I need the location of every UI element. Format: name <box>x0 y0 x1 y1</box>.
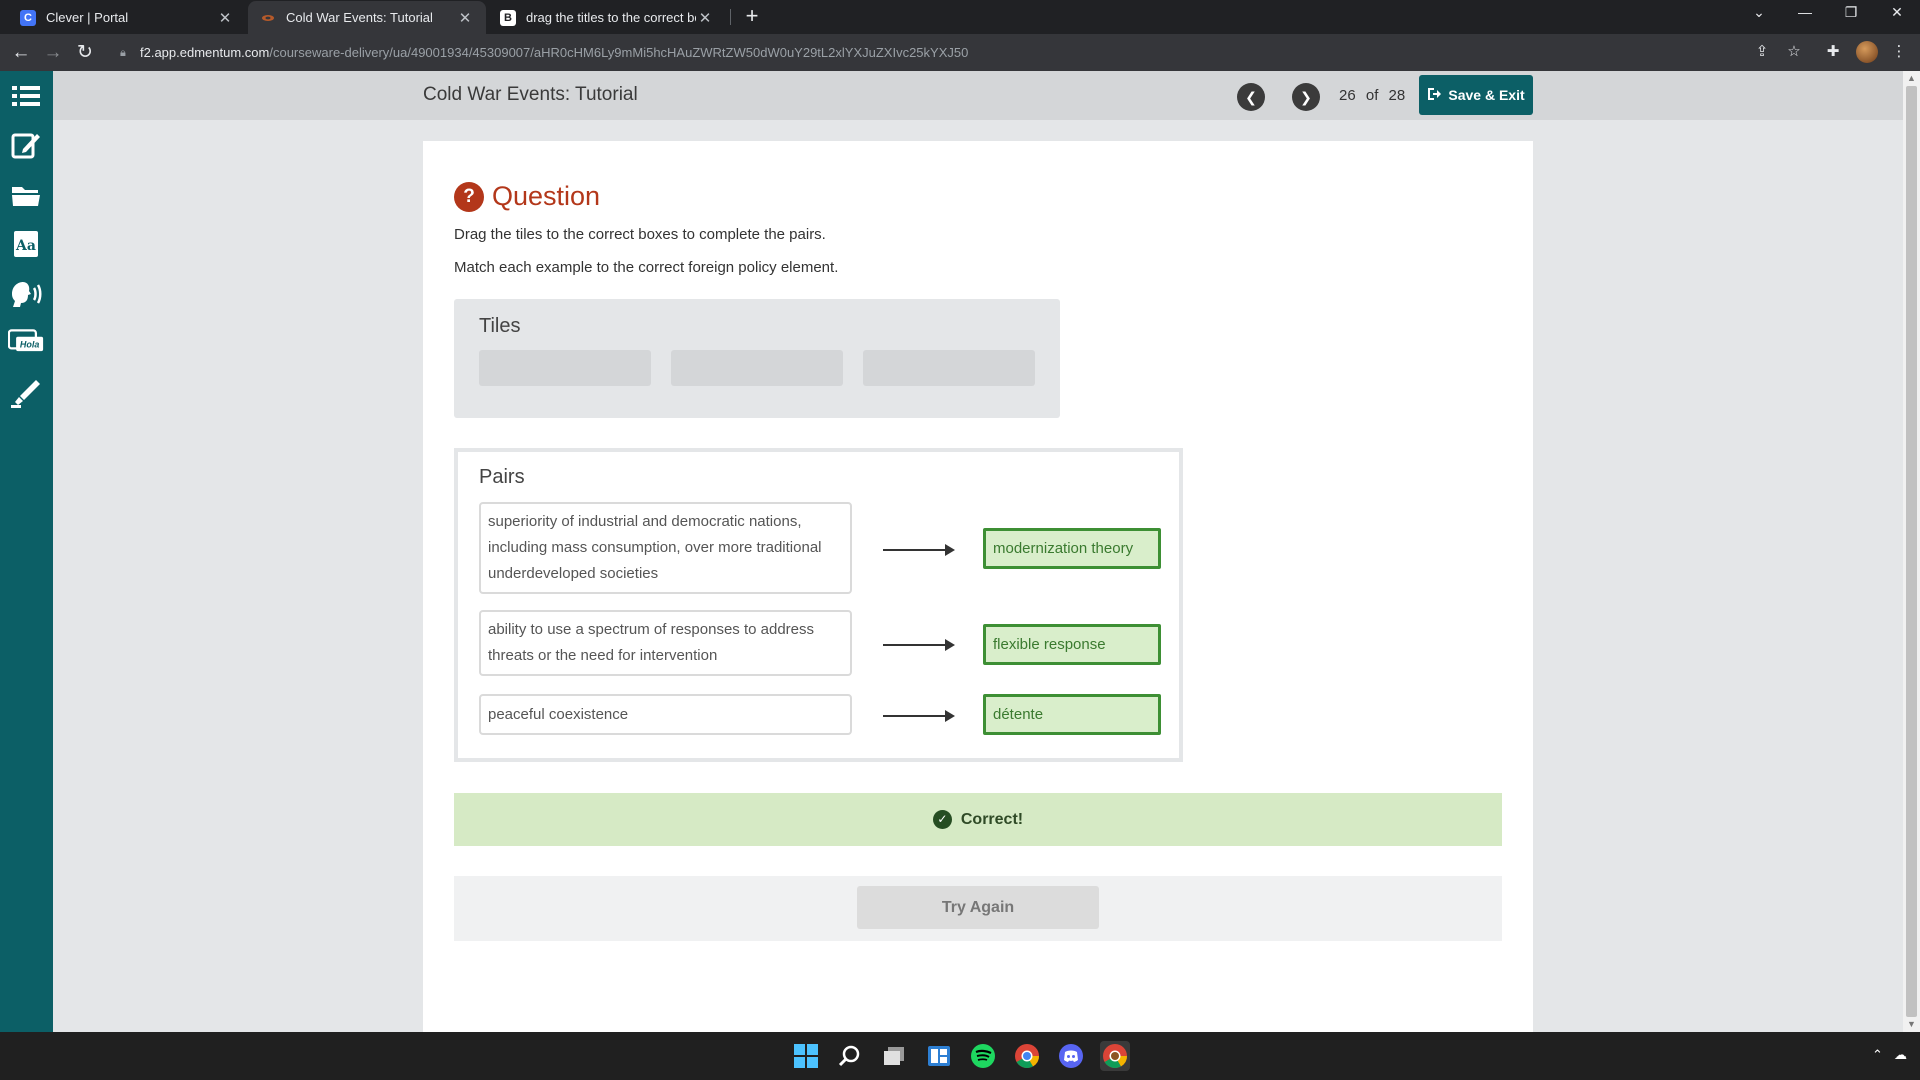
bookmark-star-icon[interactable]: ☆ <box>1783 41 1805 63</box>
tray-chevron-icon[interactable]: ⌃ <box>1872 1047 1883 1063</box>
left-toolbar: Aa Hola <box>0 71 53 1032</box>
edmentum-favicon-icon <box>260 9 276 26</box>
scroll-up-icon[interactable]: ▲ <box>1903 71 1920 86</box>
close-window-icon[interactable]: ✕ <box>1882 4 1912 21</box>
spotify-icon[interactable] <box>968 1041 998 1071</box>
try-again-button[interactable]: Try Again <box>857 886 1099 929</box>
arrow-right-icon <box>883 638 955 652</box>
answer-drop-box[interactable]: détente <box>983 694 1161 735</box>
total-pages: 28 <box>1388 87 1406 104</box>
url-path: /courseware-delivery/ua/49001934/4530900… <box>269 45 969 60</box>
extensions-icon[interactable]: ✚ <box>1822 41 1844 63</box>
course-title: Cold War Events: Tutorial <box>423 84 638 105</box>
translate-hola-icon[interactable]: Hola <box>8 325 44 361</box>
arrow-right-icon <box>883 709 955 723</box>
arrow-right-icon <box>883 543 955 557</box>
forward-icon[interactable]: → <box>40 40 66 66</box>
browser-tab-bar: C Clever | Portal ✕ Cold War Events: Tut… <box>0 0 1920 34</box>
save-exit-label: Save & Exit <box>1448 87 1525 103</box>
tab-divider <box>730 9 731 25</box>
feedback-banner: ✓ Correct! <box>454 793 1502 846</box>
chrome-icon[interactable] <box>1012 1041 1042 1071</box>
lesson-header-bar <box>53 71 1903 120</box>
clever-favicon-icon: C <box>20 9 36 26</box>
question-title: Question <box>492 181 601 211</box>
close-tab-icon[interactable]: ✕ <box>696 9 714 27</box>
dictionary-icon[interactable]: Aa <box>8 226 44 262</box>
tiles-title: Tiles <box>479 315 521 337</box>
check-circle-icon: ✓ <box>932 810 952 829</box>
table-of-contents-icon[interactable] <box>8 78 44 114</box>
share-icon[interactable]: ⇪ <box>1751 41 1773 63</box>
exit-icon <box>1427 87 1442 104</box>
widgets-icon[interactable] <box>924 1041 954 1071</box>
minimize-icon[interactable]: — <box>1790 4 1820 20</box>
highlighter-icon[interactable] <box>8 375 44 411</box>
answer-drop-box[interactable]: modernization theory <box>983 528 1161 569</box>
page-counter: 26 of 28 <box>1339 87 1405 104</box>
question-heading: ? Question <box>454 181 600 212</box>
url-host: f2.app.edmentum.com <box>140 45 270 60</box>
reload-icon[interactable]: ↻ <box>72 40 98 66</box>
tab-title: Clever | Portal <box>46 10 129 25</box>
taskbar-search-icon[interactable] <box>835 1041 865 1071</box>
folder-icon[interactable] <box>8 177 44 213</box>
pairs-panel: Pairs superiority of industrial and demo… <box>454 448 1183 762</box>
back-icon[interactable]: ← <box>8 40 34 66</box>
tab-title: drag the titles to the correct boxes <box>526 10 696 25</box>
notes-icon[interactable] <box>8 127 44 163</box>
pairs-title: Pairs <box>479 466 525 488</box>
pair-example: superiority of industrial and democratic… <box>479 502 852 594</box>
text-to-speech-icon[interactable] <box>8 276 44 312</box>
tab-search-icon[interactable]: ⌄ <box>1744 4 1774 21</box>
of-label: of <box>1365 87 1379 104</box>
tab-clever-portal[interactable]: C Clever | Portal ✕ <box>8 1 246 34</box>
profile-avatar[interactable] <box>1856 41 1878 63</box>
restore-icon[interactable]: ❐ <box>1836 4 1866 21</box>
windows-taskbar <box>0 1032 1920 1080</box>
previous-page-button[interactable]: ❮ <box>1237 83 1265 111</box>
windows-start-icon[interactable] <box>791 1041 821 1071</box>
tab-brainly-search[interactable]: B drag the titles to the correct boxes ✕ <box>488 1 726 34</box>
empty-tile-slot <box>863 350 1035 386</box>
feedback-message: Correct! <box>960 810 1024 828</box>
pair-example: peaceful coexistence <box>479 694 852 735</box>
menu-dots-icon[interactable]: ⋮ <box>1888 41 1910 63</box>
pair-example: ability to use a spectrum of responses t… <box>479 610 852 676</box>
brainly-favicon-icon: B <box>500 9 516 26</box>
close-tab-icon[interactable]: ✕ <box>456 9 474 27</box>
empty-tile-slot <box>479 350 651 386</box>
close-tab-icon[interactable]: ✕ <box>216 9 234 27</box>
tiles-panel: Tiles <box>454 299 1060 418</box>
tab-title: Cold War Events: Tutorial <box>286 10 433 25</box>
save-exit-button[interactable]: Save & Exit <box>1419 75 1533 115</box>
address-bar-row: ← → ↻ 🔒︎ f2.app.edmentum.com/courseware-… <box>0 34 1920 71</box>
discord-icon[interactable] <box>1056 1041 1086 1071</box>
lock-icon: 🔒︎ <box>120 47 126 59</box>
instruction-text: Match each example to the correct foreig… <box>454 259 839 276</box>
tab-cold-war-events[interactable]: Cold War Events: Tutorial ✕ <box>248 1 486 34</box>
url-field[interactable]: 🔒︎ f2.app.edmentum.com/courseware-delive… <box>112 40 1802 66</box>
tray-network-icon[interactable]: ☁︎ <box>1894 1047 1907 1063</box>
task-view-icon[interactable] <box>879 1041 909 1071</box>
instruction-text: Drag the tiles to the correct boxes to c… <box>454 226 826 243</box>
action-bar: Try Again <box>454 876 1502 941</box>
next-page-button[interactable]: ❯ <box>1292 83 1320 111</box>
empty-tile-slot <box>671 350 843 386</box>
svg-text:Aa: Aa <box>15 238 36 254</box>
new-tab-button[interactable]: + <box>738 3 766 29</box>
answer-drop-box[interactable]: flexible response <box>983 624 1161 665</box>
question-mark-icon: ? <box>454 181 484 212</box>
chrome-profile-icon[interactable] <box>1100 1041 1130 1071</box>
scrollbar-thumb[interactable] <box>1906 86 1917 1017</box>
current-page: 26 <box>1339 87 1356 104</box>
scroll-down-icon[interactable]: ▼ <box>1903 1017 1920 1032</box>
svg-text:Hola: Hola <box>20 340 40 350</box>
